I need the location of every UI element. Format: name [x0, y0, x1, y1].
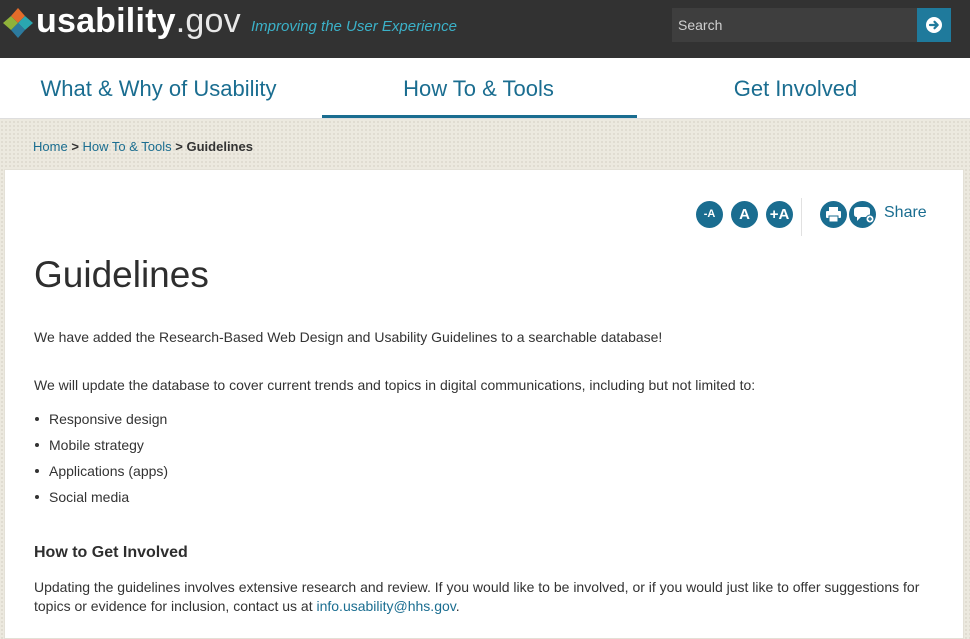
- involved-end-text: .: [455, 598, 460, 614]
- content-card: [4, 169, 964, 639]
- search-input[interactable]: [672, 8, 917, 42]
- nav-tab-get-involved[interactable]: Get Involved: [637, 58, 954, 118]
- contact-email-link[interactable]: info.usability@hhs.gov: [316, 598, 455, 614]
- site-header: usability.gov Improving the User Experie…: [0, 0, 970, 58]
- site-logo[interactable]: usability.gov: [36, 2, 241, 41]
- nav-tab-what-why[interactable]: What & Why of Usability: [0, 58, 317, 118]
- logo-suffix-text: .gov: [175, 2, 241, 40]
- page-title: Guidelines: [34, 254, 209, 295]
- section-heading-get-involved: How to Get Involved: [34, 544, 188, 561]
- breadcrumb-home-link[interactable]: Home: [33, 139, 68, 154]
- search-submit-button[interactable]: [917, 8, 951, 42]
- share-button[interactable]: [849, 201, 876, 228]
- update-paragraph: We will update the database to cover cur…: [34, 377, 756, 393]
- list-item: Social media: [34, 487, 168, 513]
- breadcrumb-current: Guidelines: [186, 139, 253, 154]
- logo-diamond-icon[interactable]: [3, 8, 33, 38]
- breadcrumb-how-to-link[interactable]: How To & Tools: [83, 139, 172, 154]
- main-nav: What & Why of Usability How To & Tools G…: [0, 58, 970, 119]
- breadcrumb-separator: >: [175, 139, 183, 154]
- involved-paragraph: Updating the guidelines involves extensi…: [34, 578, 934, 616]
- involved-text: Updating the guidelines involves extensi…: [34, 579, 920, 614]
- printer-icon: [826, 207, 841, 223]
- share-link[interactable]: Share: [884, 204, 927, 222]
- breadcrumb: Home > How To & Tools > Guidelines: [33, 139, 253, 154]
- decrease-text-size-button[interactable]: -A: [696, 201, 723, 228]
- arrow-right-circle-icon: [926, 17, 942, 33]
- list-item: Applications (apps): [34, 461, 168, 487]
- site-tagline: Improving the User Experience: [251, 18, 457, 35]
- nav-tab-how-to-tools[interactable]: How To & Tools: [320, 58, 637, 118]
- reset-text-size-button[interactable]: A: [731, 201, 758, 228]
- topics-list: Responsive design Mobile strategy Applic…: [34, 409, 168, 513]
- print-button[interactable]: [820, 201, 847, 228]
- logo-bold-text: usability: [36, 2, 176, 40]
- list-item: Responsive design: [34, 409, 168, 435]
- increase-text-size-button[interactable]: +A: [766, 201, 793, 228]
- intro-paragraph: We have added the Research-Based Web Des…: [34, 329, 663, 345]
- breadcrumb-separator: >: [71, 139, 79, 154]
- toolbar-divider: [801, 198, 802, 236]
- list-item: Mobile strategy: [34, 435, 168, 461]
- share-bubble-icon: [854, 207, 875, 224]
